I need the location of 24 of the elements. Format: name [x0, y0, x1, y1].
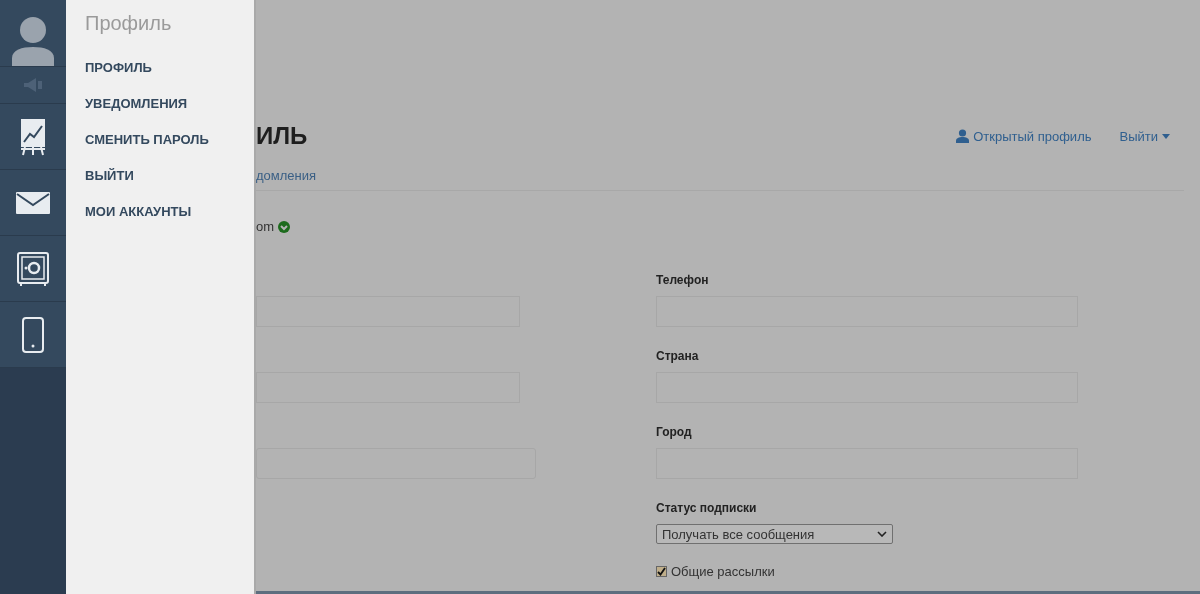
person-icon — [956, 129, 970, 143]
caret-icon — [1162, 133, 1170, 139]
chevron-down-icon — [877, 531, 887, 537]
avatar-icon[interactable] — [10, 14, 56, 66]
chart-board-icon[interactable] — [20, 117, 46, 156]
field-label: Статус подписки — [656, 500, 757, 516]
checkbox[interactable] — [656, 566, 667, 577]
drawer-menu-item[interactable]: МОИ АККАУНТЫ — [85, 204, 192, 219]
page-title: ИЛЬ — [256, 121, 308, 151]
field-label: Страна — [656, 348, 699, 364]
subscription-select[interactable]: Получать все сообщения — [656, 524, 893, 544]
field-label: Телефон — [656, 272, 709, 288]
drawer-menu-item[interactable]: СМЕНИТЬ ПАРОЛЬ — [85, 132, 209, 147]
drawer-title: Профиль — [85, 12, 172, 35]
email-text: om — [256, 219, 275, 234]
field-label: Город — [656, 424, 692, 440]
drawer-menu-item[interactable]: ПРОФИЛЬ — [85, 60, 152, 75]
drawer-menu-item[interactable]: ВЫЙТИ — [85, 168, 134, 183]
safe-icon[interactable] — [17, 251, 49, 286]
drawer-menu-item[interactable]: УВЕДОМЛЕНИЯ — [85, 96, 188, 111]
smartphone-icon[interactable] — [22, 316, 44, 353]
checkbox-label: Общие рассылки — [671, 564, 775, 579]
mail-icon[interactable] — [16, 191, 50, 214]
megaphone-icon[interactable] — [22, 78, 44, 92]
